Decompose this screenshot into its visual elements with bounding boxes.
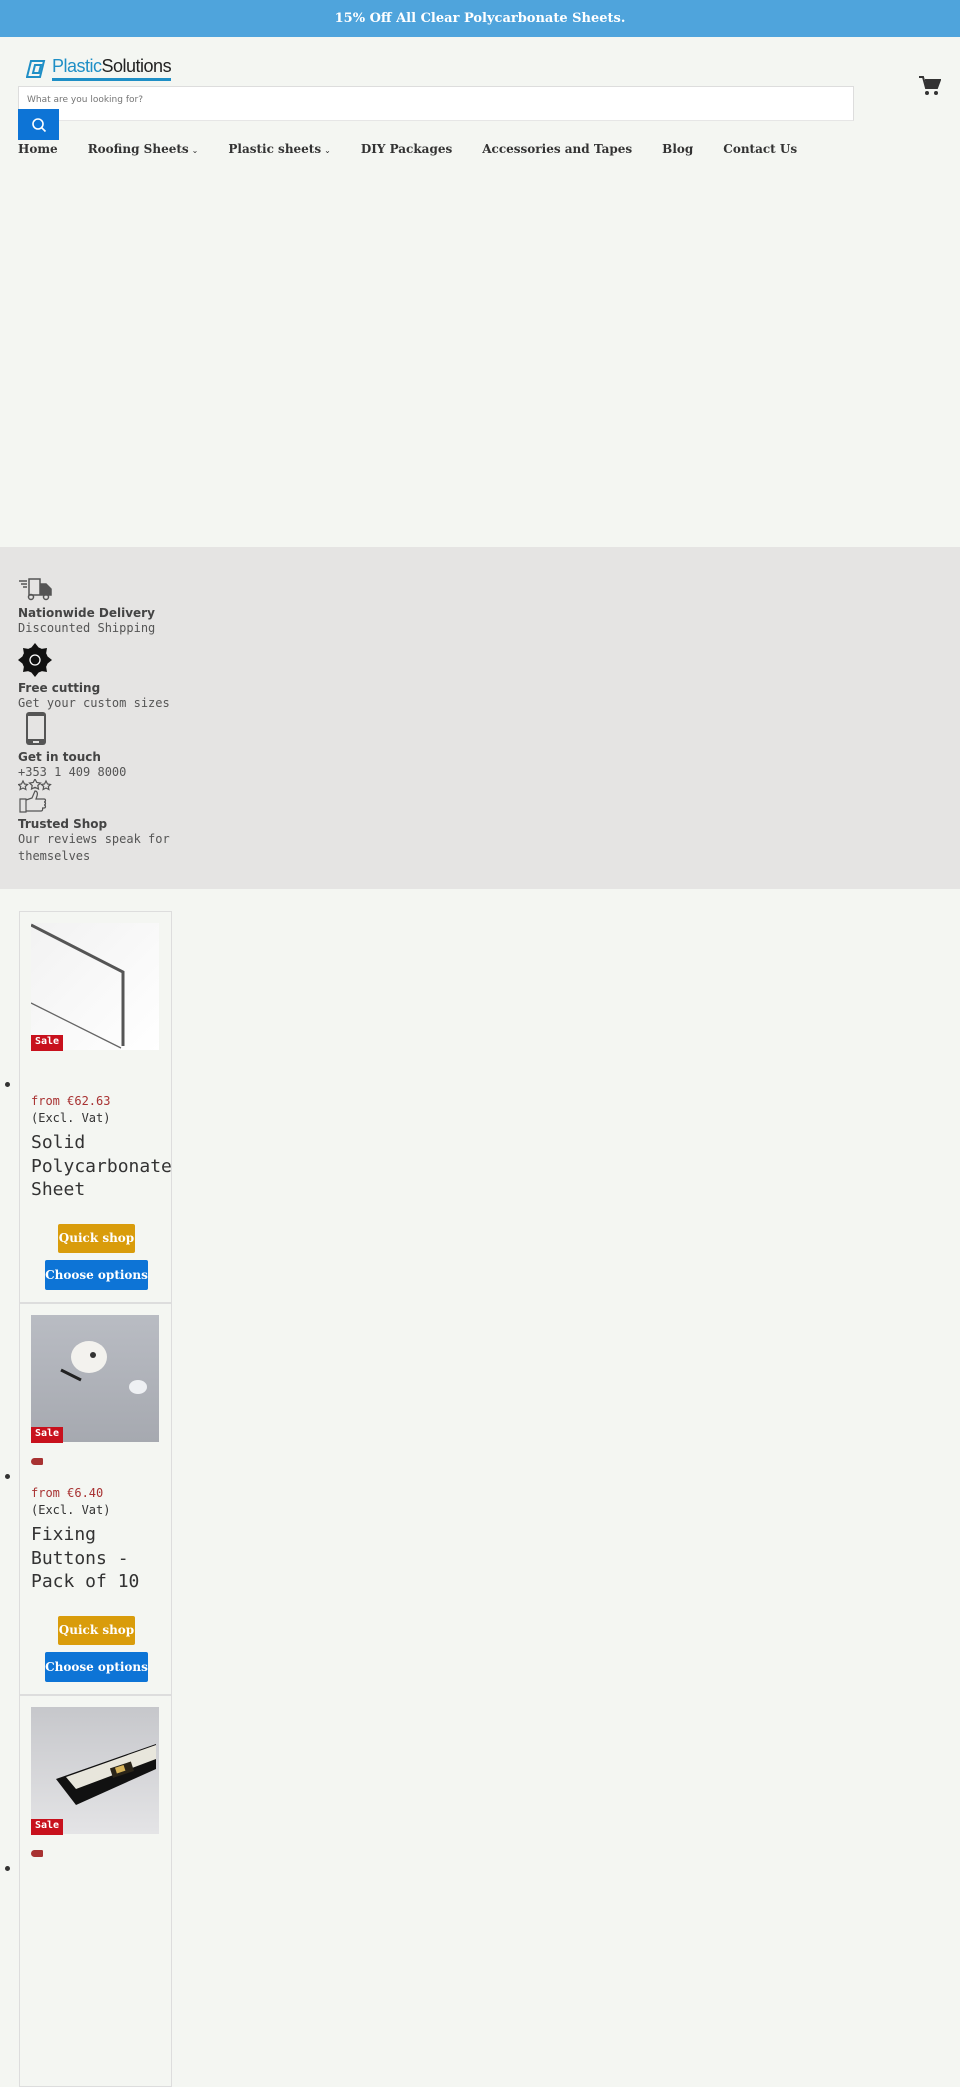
product-image[interactable] — [31, 1707, 159, 1834]
cart-icon — [919, 76, 942, 95]
logo-text: PlasticSolutions — [52, 56, 172, 81]
main-nav: Home Roofing Sheets ⌄ Plastic sheets ⌄ DIY… — [18, 142, 827, 156]
search-field[interactable] — [18, 86, 854, 121]
vat-note: (Excl. Vat) — [31, 1111, 111, 1125]
chevron-down-icon: ⌄ — [324, 146, 331, 155]
product-card[interactable]: Sale from €6.40 (Excl. Vat) Fixing Butto… — [19, 1303, 172, 1695]
sale-badge: Sale — [31, 1035, 64, 1051]
list-bullet — [5, 1474, 10, 1479]
logo-icon — [26, 59, 46, 78]
product-card[interactable]: Sale — [19, 1695, 172, 2087]
feature-title: Free cutting — [18, 681, 101, 695]
chevron-down-icon: ⌄ — [191, 146, 199, 155]
nav-blog[interactable]: Blog — [662, 142, 693, 156]
product-image[interactable] — [31, 923, 159, 1050]
choose-options-button[interactable]: Choose options — [45, 1652, 148, 1682]
product-card[interactable]: Sale from €62.63 (Excl. Vat) Solid Polyc… — [19, 911, 172, 1303]
phone-icon — [26, 712, 46, 745]
search-button[interactable] — [18, 109, 59, 140]
sale-badge: Sale — [31, 1427, 64, 1443]
choose-options-button[interactable]: Choose options — [45, 1260, 148, 1290]
feature-cutting: Free cutting Get your custom sizes — [18, 643, 188, 712]
product-image[interactable] — [31, 1315, 159, 1442]
product-price: from €62.63 — [31, 1094, 111, 1108]
feature-delivery: Nationwide Delivery Discounted Shipping — [18, 578, 188, 637]
promo-banner[interactable]: 15% Off All Clear Polycarbonate Sheets. — [0, 0, 960, 37]
quick-shop-button[interactable]: Quick shop — [58, 1616, 135, 1645]
nav-diy-packages[interactable]: DIY Packages — [361, 142, 452, 156]
list-bullet — [5, 1082, 10, 1087]
search-icon — [31, 117, 46, 132]
feature-contact: Get in touch +353 1 409 8000 — [18, 710, 188, 781]
color-swatch[interactable] — [31, 1458, 43, 1465]
cart-button[interactable] — [919, 76, 942, 100]
feature-title: Get in touch — [18, 750, 101, 764]
nav-contact[interactable]: Contact Us — [723, 142, 797, 156]
feature-subtitle: Discounted Shipping — [18, 621, 156, 635]
feature-subtitle: Our reviews speak for themselves — [18, 832, 170, 863]
product-price: from €6.40 — [31, 1486, 104, 1500]
features-section: Nationwide Delivery Discounted Shipping … — [0, 547, 960, 889]
nav-accessories[interactable]: Accessories and Tapes — [482, 142, 632, 156]
nav-plastic-sheets[interactable]: Plastic sheets ⌄ — [228, 142, 330, 156]
product-title[interactable]: Solid Polycarbonate Sheet — [31, 1131, 181, 1202]
feature-title: Trusted Shop — [18, 817, 108, 831]
product-title[interactable]: Fixing Buttons - Pack of 10 — [31, 1523, 181, 1594]
sale-badge: Sale — [31, 1819, 64, 1835]
feature-trusted: Trusted Shop Our reviews speak for thems… — [17, 777, 188, 865]
feature-title: Nationwide Delivery — [18, 606, 155, 620]
list-bullet — [5, 1866, 10, 1871]
nav-roofing-sheets[interactable]: Roofing Sheets ⌄ — [88, 142, 199, 156]
truck-icon — [19, 578, 52, 601]
nav-home[interactable]: Home — [18, 142, 58, 156]
vat-note: (Excl. Vat) — [31, 1503, 111, 1517]
saw-blade-icon — [18, 643, 52, 677]
thumbs-up-stars-icon — [17, 777, 52, 813]
quick-shop-button[interactable]: Quick shop — [58, 1224, 135, 1253]
logo[interactable]: PlasticSolutions — [26, 56, 172, 81]
color-swatch[interactable] — [31, 1850, 43, 1857]
search-input[interactable] — [19, 89, 853, 111]
